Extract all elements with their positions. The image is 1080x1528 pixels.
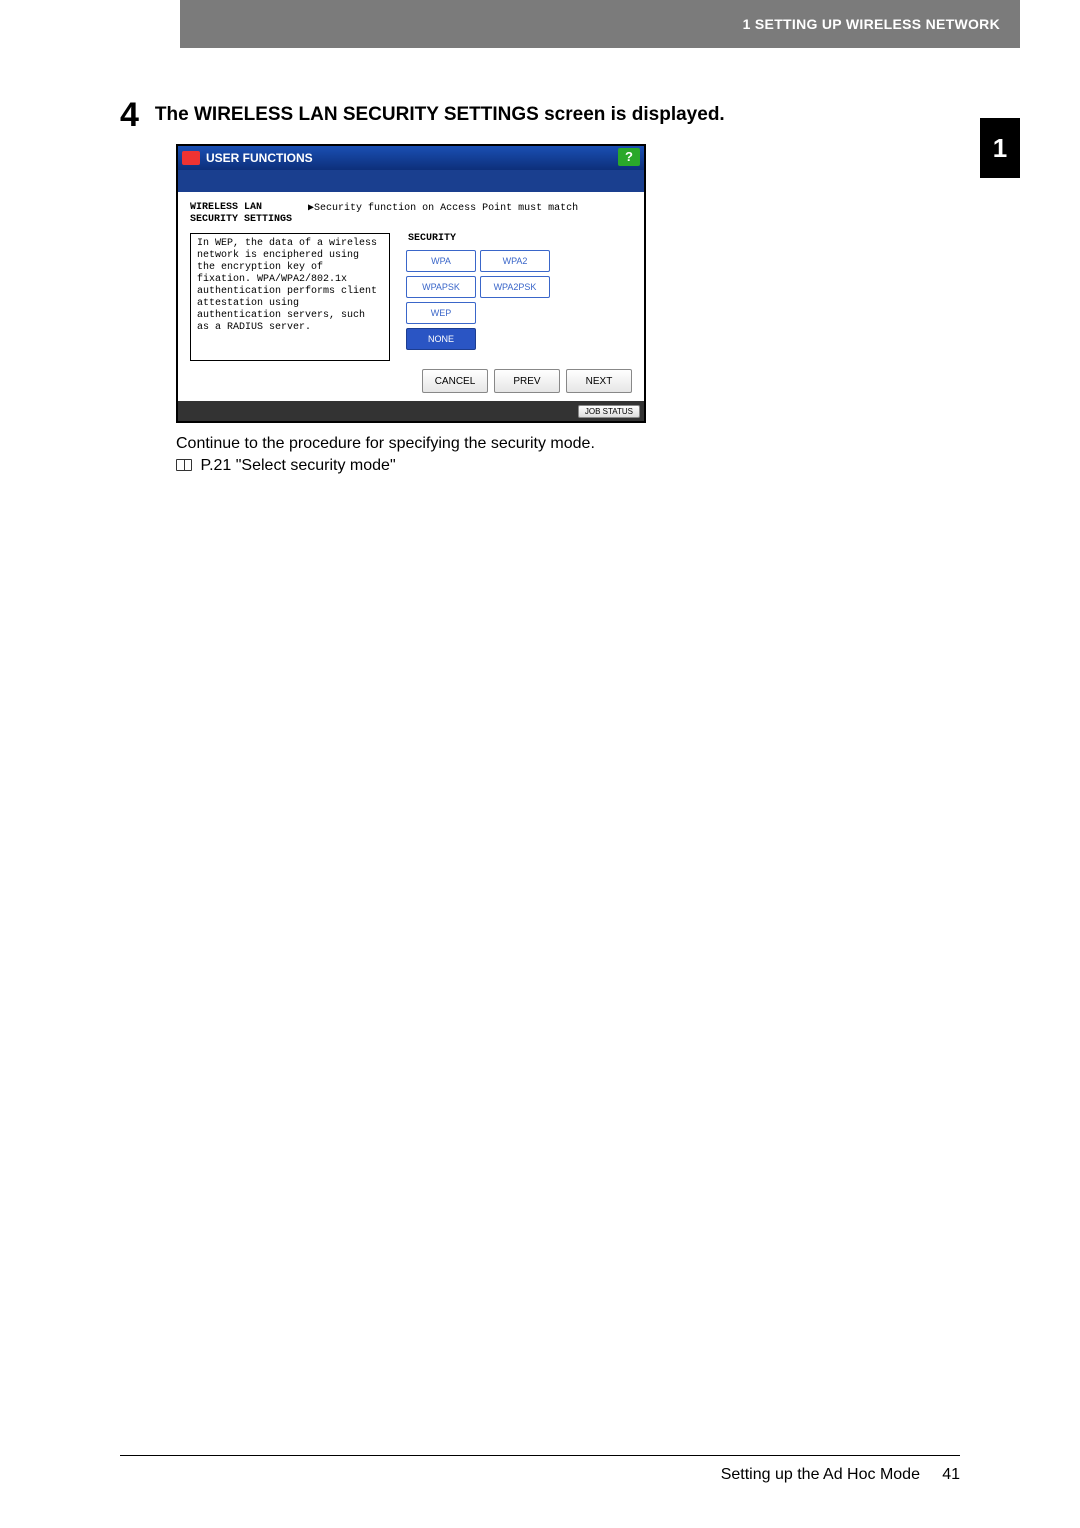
step-number: 4	[120, 98, 139, 132]
help-button[interactable]: ?	[618, 148, 640, 166]
description-box: In WEP, the data of a wireless network i…	[190, 233, 390, 361]
app-logo-icon	[182, 151, 200, 165]
cross-reference: P.21 "Select security mode"	[200, 457, 395, 474]
after-text: Continue to the procedure for specifying…	[176, 433, 920, 476]
security-label: SECURITY	[408, 233, 456, 244]
prev-button[interactable]: PREV	[494, 369, 560, 393]
screen-name-label: WIRELESS LAN SECURITY SETTINGS	[190, 202, 292, 225]
dialog-body: WIRELESS LAN SECURITY SETTINGS ▶Security…	[178, 192, 644, 401]
window-titlebar: USER FUNCTIONS ?	[178, 146, 644, 170]
job-status-button[interactable]: JOB STATUS	[578, 405, 640, 418]
window-title: USER FUNCTIONS	[206, 151, 313, 165]
toolbar-strip	[178, 170, 644, 192]
continue-line: Continue to the procedure for specifying…	[176, 433, 920, 455]
running-head-text: 1 SETTING UP WIRELESS NETWORK	[743, 16, 1000, 32]
page-footer: Setting up the Ad Hoc Mode 41	[120, 1455, 960, 1484]
next-button[interactable]: NEXT	[566, 369, 632, 393]
wpapsk-button[interactable]: WPAPSK	[406, 276, 476, 298]
embedded-screenshot: USER FUNCTIONS ? WIRELESS LAN SECURITY S…	[176, 144, 646, 423]
step-title: The WIRELESS LAN SECURITY SETTINGS scree…	[155, 98, 725, 126]
running-head: 1 SETTING UP WIRELESS NETWORK	[180, 0, 1020, 48]
hint-text: ▶Security function on Access Point must …	[308, 202, 578, 214]
step-block: 4 The WIRELESS LAN SECURITY SETTINGS scr…	[120, 98, 920, 132]
status-bar: JOB STATUS	[178, 401, 644, 421]
none-button[interactable]: NONE	[406, 328, 476, 350]
footer-section: Setting up the Ad Hoc Mode	[721, 1466, 920, 1483]
wpa2psk-button[interactable]: WPA2PSK	[480, 276, 550, 298]
cancel-button[interactable]: CANCEL	[422, 369, 488, 393]
wpa2-button[interactable]: WPA2	[480, 250, 550, 272]
wpa-button[interactable]: WPA	[406, 250, 476, 272]
wep-button[interactable]: WEP	[406, 302, 476, 324]
chapter-tab: 1	[980, 118, 1020, 178]
chapter-number: 1	[993, 133, 1007, 164]
book-icon	[176, 459, 192, 471]
footer-page-number: 41	[942, 1466, 960, 1483]
